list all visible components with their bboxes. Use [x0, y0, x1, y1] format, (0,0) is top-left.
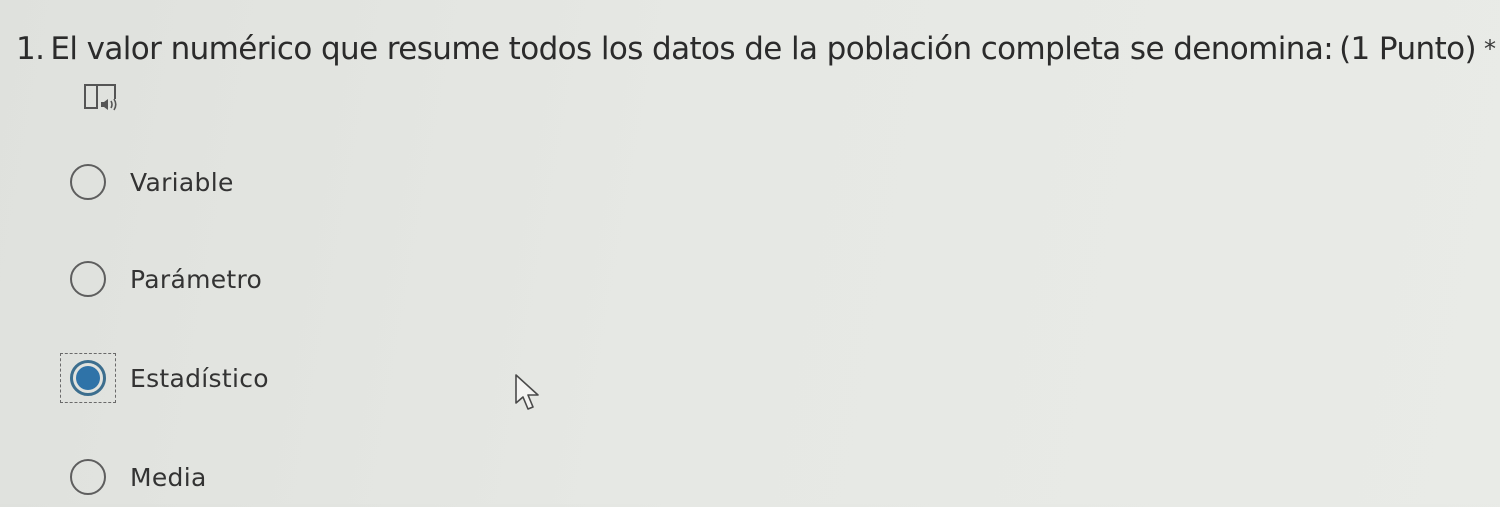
radio-button-estadistico[interactable] — [70, 360, 106, 396]
option-label: Variable — [130, 167, 234, 197]
immersive-reader-button[interactable] — [82, 81, 122, 115]
radio-wrap — [60, 254, 116, 304]
question-number: 1. — [16, 31, 45, 67]
radio-button-parametro[interactable] — [70, 261, 106, 297]
mouse-pointer-icon — [512, 373, 544, 413]
radio-selected-dot — [76, 366, 100, 390]
option-media[interactable]: Media — [60, 447, 580, 507]
option-label: Estadístico — [130, 363, 269, 393]
option-label: Media — [130, 462, 207, 492]
question-title: 1. El valor numérico que resume todos los… — [16, 24, 1496, 74]
radio-wrap — [60, 157, 116, 207]
option-parametro[interactable]: Parámetro — [60, 249, 580, 309]
question-text: El valor numérico que resume todos los d… — [50, 31, 1334, 67]
radio-button-variable[interactable] — [70, 164, 106, 200]
option-variable[interactable]: Variable — [60, 152, 580, 212]
option-estadistico[interactable]: Estadístico — [60, 348, 580, 408]
radio-wrap-focused — [60, 353, 116, 403]
required-marker: * — [1484, 35, 1496, 63]
radio-wrap — [60, 452, 116, 502]
question-points: (1 Punto) — [1339, 31, 1477, 67]
immersive-reader-icon — [84, 84, 117, 111]
option-label: Parámetro — [130, 264, 263, 294]
radio-button-media[interactable] — [70, 459, 106, 495]
